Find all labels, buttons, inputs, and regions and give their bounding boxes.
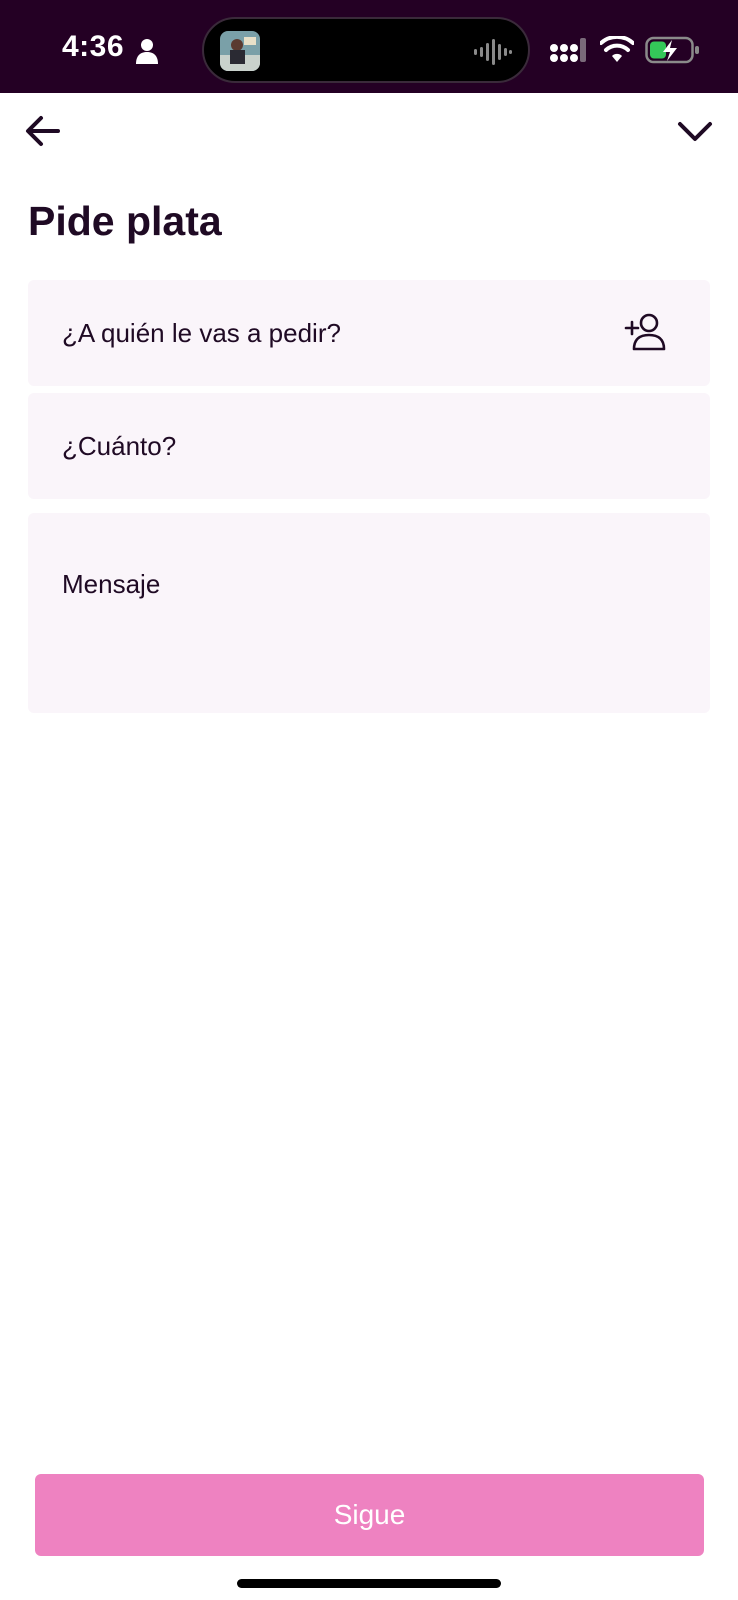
dynamic-island[interactable]	[202, 17, 530, 83]
chevron-down-icon	[678, 122, 712, 141]
amount-placeholder: ¿Cuánto?	[62, 431, 177, 461]
signal-icon	[550, 38, 586, 62]
collapse-button[interactable]	[674, 112, 716, 150]
recipient-field[interactable]: ¿A quién le vas a pedir?	[28, 280, 710, 386]
status-bar: 4:36	[0, 0, 738, 93]
status-time: 4:36	[62, 30, 125, 63]
arrow-left-icon	[26, 116, 60, 146]
message-placeholder: Mensaje	[62, 569, 161, 599]
recipient-placeholder: ¿A quién le vas a pedir?	[62, 318, 341, 348]
page-title: Pide plata	[28, 198, 222, 244]
wifi-icon	[600, 36, 634, 62]
now-playing-art[interactable]	[220, 31, 260, 71]
add-contact-icon[interactable]	[624, 312, 666, 352]
continue-button[interactable]: Sigue	[35, 1474, 704, 1556]
back-button[interactable]	[22, 110, 64, 152]
message-field[interactable]: Mensaje	[28, 513, 710, 713]
home-indicator[interactable]	[237, 1579, 501, 1588]
person-icon	[136, 39, 158, 64]
waveform-icon	[474, 39, 512, 65]
amount-field[interactable]: ¿Cuánto?	[28, 393, 710, 499]
battery-charging-icon	[645, 36, 699, 64]
